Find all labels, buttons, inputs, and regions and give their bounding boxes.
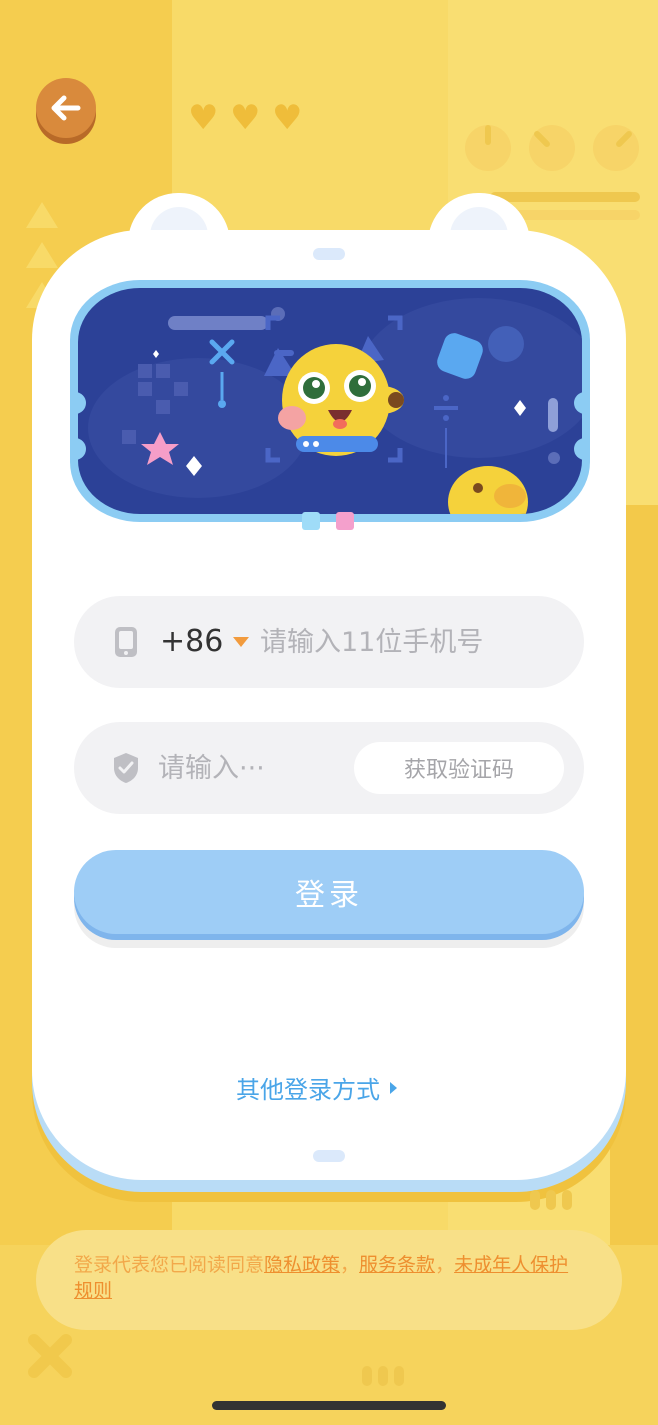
back-button[interactable] [36,78,96,138]
legal-separator: ， [340,1254,360,1276]
knob-icon [465,125,511,171]
hearts-decoration: ♥ ♥ ♥ [188,98,306,138]
chevron-down-icon [233,637,250,647]
phone-field: +86 [74,596,584,688]
pager-dot[interactable] [336,512,354,530]
cross-decoration [28,1334,72,1378]
chevron-right-icon [390,1081,397,1094]
knobs-decoration [465,125,639,171]
card-bottom-slot [313,1150,345,1162]
verification-code-input[interactable] [158,744,348,792]
other-login-label: 其他登录方式 [236,1076,380,1104]
country-code-value: +86 [160,624,224,659]
arrow-left-icon [51,95,81,121]
terms-of-service-link[interactable]: 服务条款 [359,1254,435,1276]
mascot-illustration [88,298,582,514]
heart-icon: ♥ [230,98,261,138]
knob-icon [593,125,639,171]
home-indicator[interactable] [212,1401,446,1410]
privacy-policy-link[interactable]: 隐私政策 [264,1254,340,1276]
heart-icon: ♥ [188,98,219,138]
dots-decoration [530,1190,572,1210]
legal-agreement: 登录代表您已阅读同意隐私政策，服务条款，未成年人保护规则 [36,1230,622,1330]
verification-code-field: 获取验证码 [74,722,584,814]
legal-separator: ， [435,1254,455,1276]
card-top-slot [313,248,345,260]
heart-icon: ♥ [272,98,303,138]
get-code-button[interactable]: 获取验证码 [354,742,564,794]
login-button[interactable]: 登录 [74,850,584,934]
dots-decoration [362,1366,404,1386]
pager-dot[interactable] [302,512,320,530]
phone-input[interactable] [260,618,560,666]
shield-check-icon [114,753,138,783]
knob-icon [529,125,575,171]
banner-illustration [78,288,582,514]
legal-prefix: 登录代表您已阅读同意 [74,1254,265,1276]
country-code-select[interactable]: +86 [160,620,250,664]
other-login-link[interactable]: 其他登录方式 [236,1070,397,1105]
banner-carousel[interactable] [70,280,590,522]
carousel-pager [302,512,354,530]
phone-icon [115,627,137,657]
